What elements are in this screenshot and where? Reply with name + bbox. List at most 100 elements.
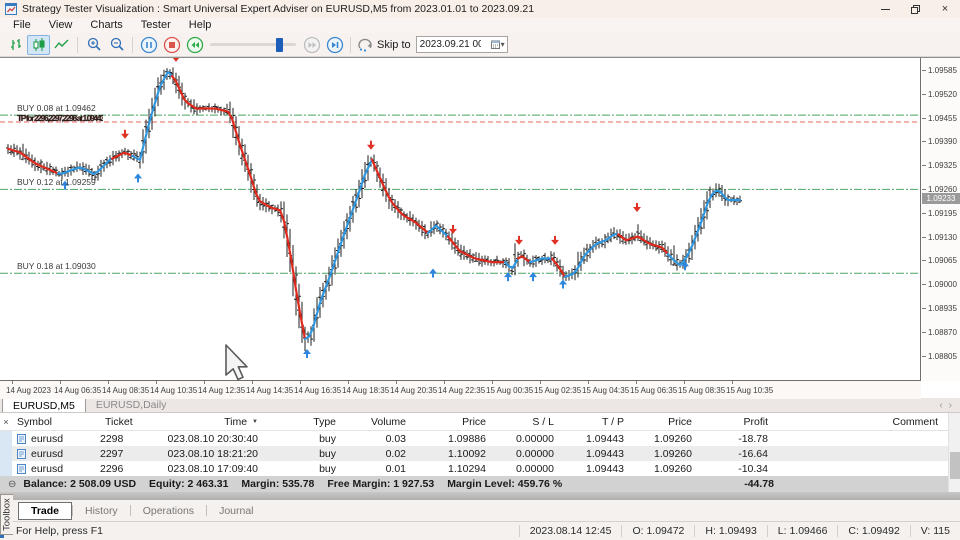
column-header-symbol[interactable]: Symbol xyxy=(12,416,100,428)
column-header-profit[interactable]: Profit xyxy=(702,416,778,428)
speed-slider[interactable] xyxy=(210,35,296,55)
balance-part: Free Margin: 1 927.53 xyxy=(327,478,434,490)
strategy-tester-window: Strategy Tester Visualization : Smart Un… xyxy=(0,0,960,540)
trade-row-2298[interactable]: eurusd22982023.08.10 20:30:40buy0.031.09… xyxy=(0,431,960,446)
skip-to-end-icon xyxy=(326,36,344,54)
menu-item-tester[interactable]: Tester xyxy=(132,18,180,33)
price-axis-tick: 1.09585 xyxy=(928,66,957,75)
toolbox-tab-operations[interactable]: Operations xyxy=(131,502,206,520)
toolbar-separator xyxy=(132,37,133,53)
cell-price: 1.09886 xyxy=(416,433,496,445)
menu-item-view[interactable]: View xyxy=(40,18,82,33)
slider-thumb[interactable] xyxy=(276,38,283,52)
zoom-in-button[interactable] xyxy=(82,35,105,55)
cell-price: 1.10092 xyxy=(416,448,496,460)
toolbox-tab-history[interactable]: History xyxy=(73,502,130,520)
status-segment: L: 1.09466 xyxy=(767,525,838,537)
row-gutter xyxy=(0,446,12,461)
time-axis-tick: 15 Aug 00:35 xyxy=(486,386,533,395)
balance-profit: -44.78 xyxy=(744,478,774,490)
column-header-type[interactable]: Type xyxy=(268,416,346,428)
tab-nav-right-icon[interactable]: › xyxy=(949,400,952,411)
price-axis-tick: 1.09000 xyxy=(928,280,957,289)
time-axis-tick: 15 Aug 04:35 xyxy=(582,386,629,395)
time-axis-tick: 15 Aug 08:35 xyxy=(678,386,725,395)
chart-bars-button[interactable] xyxy=(4,35,27,55)
skip-to-date-input[interactable] xyxy=(417,39,481,50)
column-header-time[interactable]: Time▼ xyxy=(168,416,268,428)
close-button[interactable]: × xyxy=(930,0,960,18)
rewind-icon xyxy=(186,36,204,54)
status-segment: H: 1.09493 xyxy=(694,525,766,537)
time-axis[interactable]: 14 Aug 202314 Aug 06:3514 Aug 08:3514 Au… xyxy=(0,381,921,399)
table-scrollbar[interactable] xyxy=(948,413,960,492)
tab-nav-left-icon[interactable]: ‹ xyxy=(939,400,942,411)
chart-candles-button[interactable] xyxy=(27,35,50,55)
balance-row[interactable]: ⊖ Balance: 2 508.09 USDEquity: 2 463.31M… xyxy=(0,476,960,492)
cell-volume: 0.03 xyxy=(346,433,416,445)
cell-ticket: 2297 xyxy=(100,448,168,460)
time-axis-tick: 15 Aug 10:35 xyxy=(726,386,773,395)
panel-splitter[interactable] xyxy=(0,492,960,500)
toolbox-side-tab[interactable]: Toolbox xyxy=(0,494,13,535)
cell-volume: 0.02 xyxy=(346,448,416,460)
column-header-volume[interactable]: Volume xyxy=(346,416,416,428)
scrollbar-thumb[interactable] xyxy=(950,452,960,479)
toolbox-tab-trade[interactable]: Trade xyxy=(18,502,72,520)
trade-row-2297[interactable]: eurusd22972023.08.10 18:21:20buy0.021.10… xyxy=(0,446,960,461)
column-header-t-p[interactable]: T / P xyxy=(564,416,634,428)
minimize-button[interactable] xyxy=(870,0,900,18)
column-header-ticket[interactable]: Ticket xyxy=(100,416,168,428)
cell-time: 2023.08.10 20:30:40 xyxy=(168,433,268,445)
symbol-tab-eurusd-m5[interactable]: EURUSD,M5 xyxy=(2,398,86,412)
balance-part: Margin: 535.78 xyxy=(241,478,314,490)
cell-symbol: eurusd xyxy=(12,463,100,475)
symbol-tab-eurusd-daily[interactable]: EURUSD,Daily xyxy=(86,398,177,412)
pause-button[interactable] xyxy=(137,35,160,55)
column-header-price[interactable]: Price xyxy=(634,416,702,428)
cell-price: 1.10294 xyxy=(416,463,496,475)
price-axis-tick: 1.08870 xyxy=(928,328,957,337)
price-axis-tick: 1.09520 xyxy=(928,90,957,99)
collapse-icon[interactable]: ⊖ xyxy=(8,479,16,490)
zoom-out-icon xyxy=(109,37,125,52)
calendar-dropdown-button[interactable]: ▾ xyxy=(491,40,507,49)
toolbox-tab-journal[interactable]: Journal xyxy=(207,502,265,520)
chart-plot[interactable]: BUY 0.08 at 1.09462TP for 2296,2297,2298… xyxy=(0,58,921,381)
toolbox-tab-strip: TradeHistoryOperationsJournal xyxy=(0,500,960,522)
cell-profit: -10.34 xyxy=(702,463,778,475)
line-chart-icon xyxy=(54,38,70,52)
menu-item-file[interactable]: File xyxy=(4,18,40,33)
rewind-button[interactable] xyxy=(183,35,206,55)
buy-level-label: BUY 0.12 at 1.09259 xyxy=(17,177,96,187)
column-header-price[interactable]: Price xyxy=(416,416,496,428)
menubar: FileViewChartsTesterHelp xyxy=(0,18,960,33)
price-axis[interactable]: 1.095851.095201.094551.093901.093251.092… xyxy=(922,58,960,381)
menu-item-charts[interactable]: Charts xyxy=(81,18,131,33)
fast-forward-button[interactable] xyxy=(300,35,323,55)
zoom-in-icon xyxy=(86,37,102,52)
chart-region: BUY 0.08 at 1.09462TP for 2296,2297,2298… xyxy=(0,57,960,398)
price-axis-tick: 1.09390 xyxy=(928,137,957,146)
menu-item-help[interactable]: Help xyxy=(180,18,221,33)
time-axis-tick: 14 Aug 06:35 xyxy=(54,386,101,395)
row-gutter xyxy=(0,461,12,476)
cell-ticket: 2296 xyxy=(100,463,168,475)
trade-row-2296[interactable]: eurusd22962023.08.10 17:09:40buy0.011.10… xyxy=(0,461,960,476)
toolbar-separator xyxy=(77,37,78,53)
zoom-out-button[interactable] xyxy=(105,35,128,55)
skip-to-icon xyxy=(356,37,373,52)
stop-button[interactable] xyxy=(160,35,183,55)
close-toolbox-button[interactable]: × xyxy=(3,417,8,427)
trade-table-rows: eurusd22982023.08.10 20:30:40buy0.031.09… xyxy=(0,431,960,476)
column-header-comment[interactable]: Comment xyxy=(778,416,948,428)
time-axis-tick: 14 Aug 14:35 xyxy=(246,386,293,395)
chart-line-button[interactable] xyxy=(50,35,73,55)
price-axis-tick: 1.09195 xyxy=(928,209,957,218)
column-header-s-l[interactable]: S / L xyxy=(496,416,564,428)
time-axis-tick: 14 Aug 08:35 xyxy=(102,386,149,395)
skip-to-end-button[interactable] xyxy=(323,35,346,55)
maximize-button[interactable] xyxy=(900,0,930,18)
cell-s-l: 0.00000 xyxy=(496,463,564,475)
trade-order-icon xyxy=(17,434,26,444)
